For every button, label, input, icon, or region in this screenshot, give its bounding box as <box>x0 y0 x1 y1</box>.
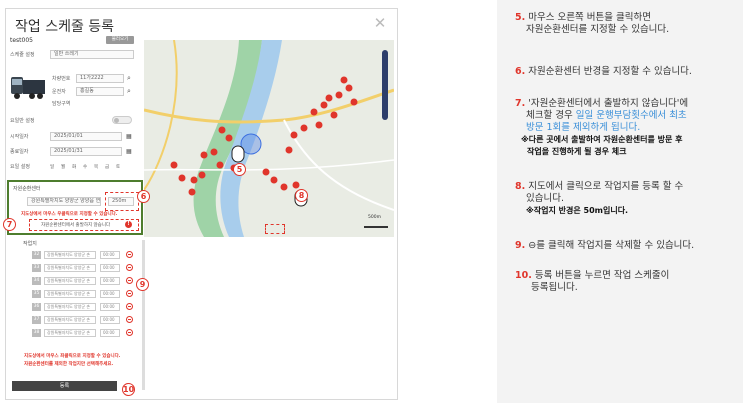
map-highlight <box>265 224 285 234</box>
driver-label: 운전자 <box>52 89 66 95</box>
no-depart-checkbox[interactable]: ! <box>125 221 132 228</box>
remove-icon[interactable] <box>126 264 133 271</box>
waypoint-number: 33 <box>32 263 41 272</box>
step-6: 6. 자원순환센터 반경을 지정할 수 있습니다. <box>515 66 692 77</box>
end-date-label: 종료일자 <box>10 149 29 155</box>
waypoint-address[interactable]: 강원특별자치도 양양군 손 <box>44 263 96 272</box>
vehicle-id: test005 <box>10 36 33 44</box>
submit-button[interactable]: 등록 <box>12 381 117 391</box>
waypoint-address[interactable]: 강원특별자치도 양양군 손 <box>44 276 96 285</box>
search-icon[interactable]: ⌕ <box>127 87 131 96</box>
repeat-toggle[interactable] <box>112 116 132 124</box>
modal-title: 작업 스케줄 등록 <box>15 19 115 35</box>
list-item: 37 강원특별자치도 양양군 손 00:00 <box>32 315 133 324</box>
days-label: 요일 설정 <box>10 164 30 170</box>
day-checkbox[interactable]: 금 <box>105 164 116 170</box>
day-checkbox[interactable]: 일 <box>50 164 61 170</box>
waypoint-address[interactable]: 강원특별자치도 양양군 손 <box>44 302 96 311</box>
annotation-8: 8 <box>295 189 308 202</box>
list-item: 38 강원특별자치도 양양군 손 00:00 <box>32 328 133 337</box>
load-button[interactable]: 불러오기 <box>106 36 134 44</box>
calendar-icon[interactable]: ▦ <box>126 133 132 140</box>
waypoint-time[interactable]: 00:00 <box>100 302 120 311</box>
annotation-6: 6 <box>137 190 150 203</box>
waypoint-time[interactable]: 00:00 <box>100 263 120 272</box>
center-radius-field[interactable]: 250m <box>108 197 134 206</box>
remove-icon[interactable] <box>126 251 133 258</box>
center-section: 자원순환센터 강원특별자치도 양양군 양양읍 연 250m 지도상에서 마우스 … <box>7 180 143 235</box>
map-canvas[interactable] <box>144 40 394 237</box>
vehicle-no-field[interactable]: 11가2222 <box>76 74 124 83</box>
step-7: 7. '자원순환센터에서 출발하지 않습니다'에 체크할 경우 일일 운행부담횟… <box>515 98 689 156</box>
truck-icon <box>11 77 45 99</box>
waypoints-label: 작업지 <box>23 241 37 247</box>
waypoint-address[interactable]: 강원특별자치도 양양군 손 <box>44 315 96 324</box>
waypoint-time[interactable]: 00:00 <box>100 276 120 285</box>
start-date-label: 시작일자 <box>10 134 29 140</box>
center-label: 자원순환센터 <box>13 186 41 192</box>
end-date-field[interactable]: 2025/01/31 <box>50 147 122 156</box>
vehicle-no-label: 차량번호 <box>52 76 71 82</box>
waypoint-number: 35 <box>32 289 41 298</box>
center-address-field[interactable]: 강원특별자치도 양양군 양양읍 연 <box>27 197 101 206</box>
waypoint-time[interactable]: 00:00 <box>100 328 120 337</box>
remove-icon[interactable] <box>126 316 133 323</box>
remove-icon[interactable] <box>126 277 133 284</box>
waypoint-time[interactable]: 00:00 <box>100 289 120 298</box>
annotation-5: 5 <box>233 163 246 176</box>
day-checkbox[interactable]: 목 <box>94 164 105 170</box>
waypoint-number: 34 <box>32 276 41 285</box>
waypoint-number: 36 <box>32 302 41 311</box>
day-checkbox[interactable]: 월 <box>61 164 72 170</box>
day-checkbox[interactable]: 화 <box>72 164 83 170</box>
list-item: 34 강원특별자치도 양양군 손 00:00 <box>32 276 133 285</box>
remove-icon[interactable] <box>126 303 133 310</box>
close-icon[interactable]: ✕ <box>371 14 389 32</box>
step-5: 5. 마우스 오른쪽 버튼을 클릭하면 자원순환센터를 지정할 수 있습니다. <box>515 12 670 35</box>
remove-icon[interactable] <box>126 329 133 336</box>
waypoint-address[interactable]: 강원특별자치도 양양군 손 <box>44 250 96 259</box>
waypoint-address[interactable]: 강원특별자치도 양양군 손 <box>44 289 96 298</box>
waypoint-list: 32 강원특별자치도 양양군 손 00:00 33 강원특별자치도 양양군 손 … <box>22 250 140 345</box>
instructions-panel: 5. 마우스 오른쪽 버튼을 클릭하면 자원순환센터를 지정할 수 있습니다. … <box>497 0 743 403</box>
bottom-note-1: 지도상에서 마우스 좌클릭으로 지정할 수 있습니다. <box>24 354 121 359</box>
step-9: 9. ⊖를 클릭해 작업지를 삭제할 수 있습니다. <box>515 240 695 251</box>
list-item: 32 강원특별자치도 양양군 손 00:00 <box>32 250 133 259</box>
driver-field[interactable]: 홍길동 <box>76 87 124 96</box>
list-item: 33 강원특별자치도 양양군 손 00:00 <box>32 263 133 272</box>
search-icon[interactable]: ⌕ <box>127 74 131 83</box>
schedule-type-select[interactable]: 일반 쓰레기 <box>50 50 134 59</box>
day-checkbox[interactable]: 토 <box>116 164 127 170</box>
step-10: 10. 등록 버튼을 누르면 작업 스케줄이 등록됩니다. <box>515 270 670 293</box>
step-8: 8. 지도에서 클릭으로 작업지를 등록 할 수 있습니다. ※작업지 반경은 … <box>515 181 684 215</box>
waypoint-number: 32 <box>32 250 41 259</box>
waypoint-time[interactable]: 00:00 <box>100 315 120 324</box>
no-depart-label: 자원순환센터에서 출발하지 않습니다 <box>41 223 111 228</box>
center-note: 지도상에서 마우스 우클릭으로 지정할 수 있습니다. <box>21 212 118 217</box>
waypoint-scrollbar[interactable] <box>142 240 145 390</box>
repeat-label: 요일반 설정 <box>10 117 35 124</box>
map-scale: 500m <box>368 215 381 220</box>
annotation-9: 9 <box>136 278 149 291</box>
waypoint-number: 38 <box>32 328 41 337</box>
start-date-field[interactable]: 2025/01/01 <box>50 132 122 141</box>
bottom-note-2: 자원순환센터를 제외한 작업지만 선택해주세요. <box>24 362 114 367</box>
area-label: 담당구역 <box>52 101 71 107</box>
annotation-10: 10 <box>122 383 135 396</box>
waypoint-time[interactable]: 00:00 <box>100 250 120 259</box>
schedule-type-label: 스케줄 설정 <box>10 52 35 58</box>
map-view[interactable]: 500m <box>144 40 394 237</box>
remove-icon[interactable] <box>126 290 133 297</box>
annotation-7: 7 <box>3 218 16 231</box>
calendar-icon[interactable]: ▦ <box>126 148 132 155</box>
waypoint-number: 37 <box>32 315 41 324</box>
list-item: 36 강원특별자치도 양양군 손 00:00 <box>32 302 133 311</box>
day-checkbox[interactable]: 수 <box>83 164 94 170</box>
list-item: 35 강원특별자치도 양양군 손 00:00 <box>32 289 133 298</box>
waypoint-address[interactable]: 강원특별자치도 양양군 손 <box>44 328 96 337</box>
